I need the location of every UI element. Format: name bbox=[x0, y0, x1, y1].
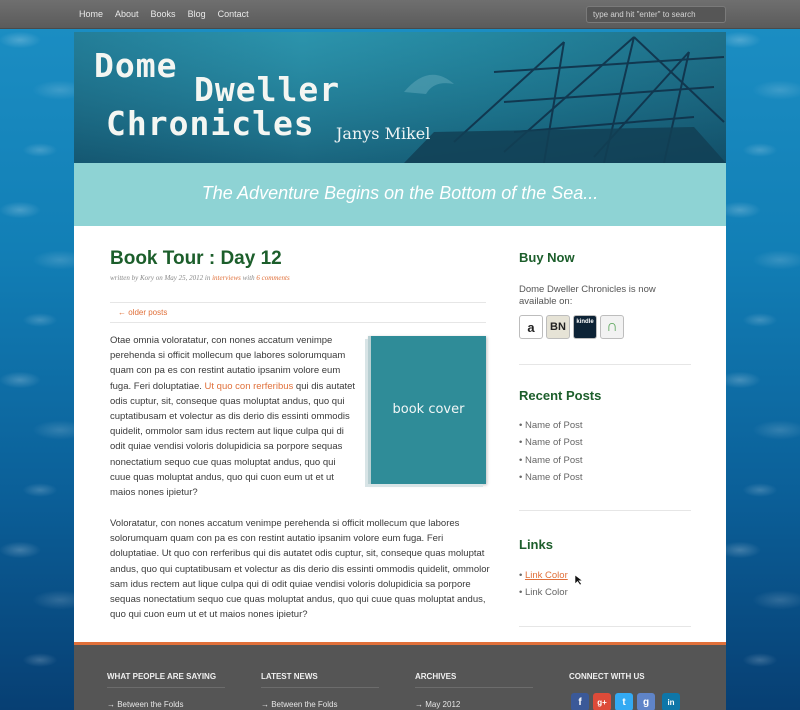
post-paragraph-2: Voloratatur, con nones accatum venimpe p… bbox=[110, 518, 490, 621]
facebook-icon[interactable]: f bbox=[571, 693, 589, 710]
facebook-label: f bbox=[578, 696, 582, 708]
recent-post-item[interactable]: • Name of Post bbox=[519, 455, 583, 466]
nav-books[interactable]: Books bbox=[151, 9, 176, 19]
links-heading: Links bbox=[519, 537, 553, 552]
divider bbox=[519, 626, 691, 627]
footer-divider bbox=[107, 687, 225, 688]
post-meta-with: with bbox=[240, 274, 257, 282]
footer-heading-news: LATEST NEWS bbox=[261, 672, 318, 681]
google-plus-icon[interactable]: g+ bbox=[593, 693, 611, 710]
amazon-icon[interactable]: a bbox=[519, 315, 543, 339]
mouse-cursor-icon bbox=[574, 574, 584, 586]
footer-heading-connect: CONNECT WITH US bbox=[569, 672, 645, 681]
nook-label: ∩ bbox=[606, 318, 618, 335]
linkedin-icon[interactable]: in bbox=[662, 693, 680, 710]
recent-post-item[interactable]: • Name of Post bbox=[519, 420, 583, 431]
google-plus-label: g+ bbox=[597, 697, 607, 707]
recent-post-item[interactable]: • Name of Post bbox=[519, 437, 583, 448]
footer-archive-item[interactable]: → May 2012 bbox=[415, 700, 460, 709]
buy-now-heading: Buy Now bbox=[519, 250, 575, 265]
footer-divider bbox=[261, 687, 379, 688]
buy-now-text: Dome Dweller Chronicles is now available… bbox=[519, 284, 656, 307]
barnes-noble-label: BN bbox=[550, 321, 566, 333]
nook-icon[interactable]: ∩ bbox=[600, 315, 624, 339]
site-title-line3: Chronicles bbox=[106, 104, 315, 143]
header-banner: Dome Dweller Chronicles Janys Mikel bbox=[74, 32, 726, 163]
nav-contact[interactable]: Contact bbox=[218, 9, 249, 19]
tagline-band: The Adventure Begins on the Bottom of th… bbox=[74, 163, 726, 226]
divider bbox=[110, 302, 486, 303]
linkedin-label: in bbox=[667, 697, 675, 707]
post-paragraph-1: Otae omnia voloratatur, con nones accatu… bbox=[110, 333, 358, 500]
footer-testimonial-item[interactable]: → Between the Folds bbox=[107, 700, 183, 709]
recent-posts-heading: Recent Posts bbox=[519, 388, 602, 403]
book-cover-image: book cover bbox=[368, 336, 486, 484]
inline-link[interactable]: Ut quo con rerferibus bbox=[205, 381, 294, 392]
twitter-icon[interactable]: t bbox=[615, 693, 633, 710]
author-name: Janys Mikel bbox=[336, 124, 431, 143]
divider bbox=[519, 510, 691, 511]
link-item[interactable]: • Link Color bbox=[519, 587, 568, 598]
post-meta: written by Kory on May 25, 2012 in inter… bbox=[110, 274, 290, 282]
recent-post-item[interactable]: • Name of Post bbox=[519, 472, 583, 483]
paragraph-text: qui dis autatet odis cuptur, sit, conseq… bbox=[110, 380, 356, 499]
kindle-icon[interactable]: kindle bbox=[573, 315, 597, 339]
book-cover-label: book cover bbox=[392, 402, 465, 417]
post-title[interactable]: Book Tour : Day 12 bbox=[110, 248, 282, 270]
barnes-noble-icon[interactable]: BN bbox=[546, 315, 570, 339]
site-title-line1: Dome bbox=[94, 46, 178, 85]
footer-divider bbox=[415, 687, 533, 688]
divider bbox=[519, 364, 691, 365]
google-label: g bbox=[642, 696, 650, 708]
google-icon[interactable]: g bbox=[637, 693, 655, 710]
tagline: The Adventure Begins on the Bottom of th… bbox=[201, 183, 599, 203]
link-item-hover: • Link Color bbox=[519, 570, 568, 581]
twitter-label: t bbox=[622, 696, 626, 708]
comments-link[interactable]: 6 comments bbox=[256, 274, 289, 282]
divider bbox=[110, 322, 486, 323]
footer-heading-testimonials: WHAT PEOPLE ARE SAYING bbox=[107, 672, 217, 681]
footer-heading-archives: ARCHIVES bbox=[415, 672, 457, 681]
page-container: Dome Dweller Chronicles Janys Mikel The … bbox=[74, 32, 726, 710]
footer-news-item[interactable]: → Between the Folds bbox=[261, 700, 337, 709]
older-posts-link[interactable]: ← older posts bbox=[118, 308, 167, 317]
kindle-label: kindle bbox=[576, 319, 594, 325]
post-meta-text: written by Kory on May 25, 2012 in bbox=[110, 274, 213, 282]
main-nav: Home About Books Blog Contact bbox=[79, 9, 249, 19]
top-nav-bar: Home About Books Blog Contact bbox=[0, 0, 800, 29]
footer: WHAT PEOPLE ARE SAYING LATEST NEWS ARCHI… bbox=[74, 642, 726, 710]
nav-about[interactable]: About bbox=[115, 9, 139, 19]
nav-home[interactable]: Home bbox=[79, 9, 103, 19]
amazon-label: a bbox=[527, 319, 535, 335]
link-color-hover[interactable]: Link Color bbox=[525, 570, 568, 581]
category-link[interactable]: interviews bbox=[212, 274, 241, 282]
search-input[interactable] bbox=[586, 6, 726, 23]
nav-blog[interactable]: Blog bbox=[188, 9, 206, 19]
